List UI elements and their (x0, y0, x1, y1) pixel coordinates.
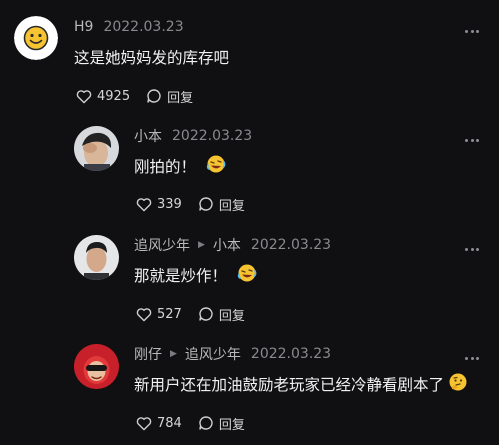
speech-bubble-icon (147, 89, 161, 103)
comment-content: 刚拍的！ (134, 154, 226, 178)
more-dots-icon[interactable] (465, 28, 479, 34)
more-dots-icon[interactable] (465, 246, 479, 252)
comment-text: 那就是炒作！ (134, 267, 228, 285)
author-name[interactable]: 小本 (134, 126, 162, 146)
comment-date: 2022.03.23 (103, 19, 184, 35)
reply-arrow-icon: ▶ (170, 349, 177, 359)
comment-meta: 追风少年 ▶ 小本 2022.03.23 (134, 236, 331, 254)
comment-text: 这是她妈妈发的库存吧 (74, 49, 230, 67)
thinking-emoji-icon (448, 372, 468, 396)
reply-label: 回复 (167, 90, 194, 106)
comment-meta: H9 2022.03.23 (74, 18, 184, 36)
reply-label: 回复 (218, 198, 245, 214)
like-button[interactable]: 339 (136, 197, 182, 212)
like-count: 527 (157, 306, 182, 322)
user-photo-avatar-icon (74, 344, 119, 389)
avatar[interactable] (74, 235, 119, 280)
speech-bubble-icon (199, 307, 213, 321)
rolling-laugh-emoji-icon (206, 154, 226, 178)
more-dots-icon[interactable] (465, 137, 479, 143)
user-photo-avatar-icon (74, 126, 119, 171)
like-button[interactable]: 784 (136, 416, 182, 431)
comment-content: 那就是炒作！ (134, 263, 257, 287)
like-count: 4925 (97, 88, 131, 104)
reply-button[interactable]: 回复 (146, 87, 193, 106)
heart-outline-icon (76, 89, 92, 103)
reply-button[interactable]: 回复 (198, 195, 245, 214)
user-photo-avatar-icon (74, 235, 119, 280)
reply-button[interactable]: 回复 (198, 414, 245, 433)
like-button[interactable]: 4925 (76, 89, 130, 104)
comment-date: 2022.03.23 (250, 346, 332, 362)
smiley-face-avatar-icon (14, 16, 58, 60)
comment-text: 新用户还在加油鼓励老玩家已经冷静看剧本了 (134, 376, 445, 394)
like-button[interactable]: 527 (136, 307, 182, 322)
author-name[interactable]: 追风少年 (134, 235, 190, 255)
heart-outline-icon (136, 197, 152, 211)
reply-arrow-icon: ▶ (198, 240, 205, 250)
comment-meta: 小本 2022.03.23 (134, 127, 252, 145)
comment-date: 2022.03.23 (172, 128, 253, 144)
heart-outline-icon (136, 307, 152, 321)
comment-content: 新用户还在加油鼓励老玩家已经冷静看剧本了 (134, 372, 468, 396)
avatar[interactable] (14, 16, 58, 60)
comment-actions: 4925 回复 (76, 86, 209, 106)
more-dots-icon[interactable] (465, 355, 479, 361)
avatar[interactable] (74, 126, 119, 171)
reply-to-name[interactable]: 小本 (213, 235, 241, 255)
reply-button[interactable]: 回复 (198, 305, 245, 324)
reply-label: 回复 (218, 308, 245, 324)
comment-date: 2022.03.23 (250, 237, 332, 253)
reply-label: 回复 (218, 417, 245, 433)
comment-actions: 527 回复 (136, 304, 261, 324)
comment-text: 刚拍的！ (134, 158, 197, 176)
reply-to-name[interactable]: 追风少年 (185, 344, 241, 364)
speech-bubble-icon (199, 416, 213, 430)
heart-outline-icon (136, 416, 152, 430)
author-name[interactable]: 刚仔 (134, 344, 162, 364)
comment-actions: 339 回复 (136, 194, 261, 214)
avatar[interactable] (74, 344, 119, 389)
comment-meta: 刚仔 ▶ 追风少年 2022.03.23 (134, 345, 331, 363)
author-name[interactable]: H9 (74, 19, 93, 35)
speech-bubble-icon (199, 197, 213, 211)
comment-actions: 784 回复 (136, 413, 261, 433)
like-count: 784 (157, 415, 182, 431)
rolling-laugh-emoji-icon (237, 263, 257, 287)
like-count: 339 (157, 196, 182, 212)
